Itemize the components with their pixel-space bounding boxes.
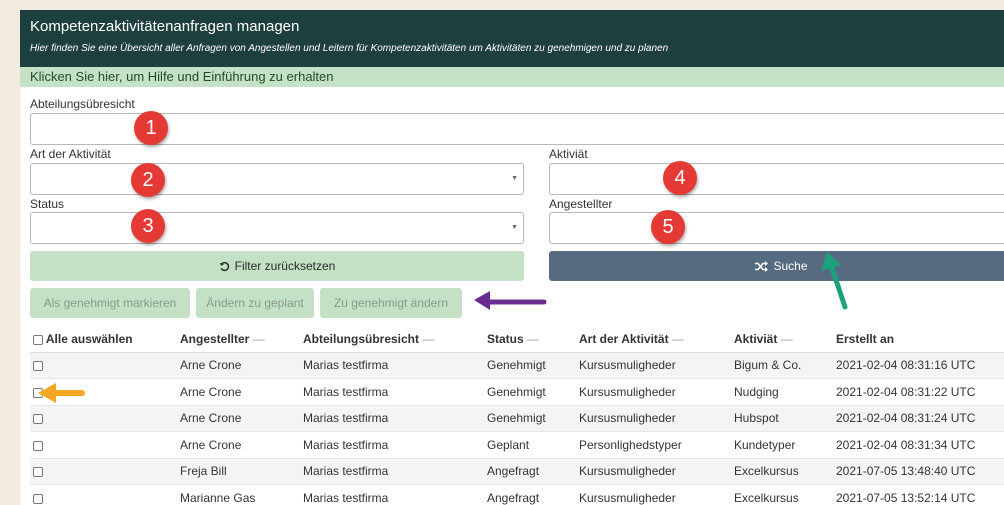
chevron-down-icon: ▼ — [511, 224, 518, 231]
cell-department: Marias testfirma — [303, 484, 487, 505]
teal-arrow-icon — [821, 252, 848, 310]
cell-status: Angefragt — [487, 484, 579, 505]
cell-department: Marias testfirma — [303, 431, 487, 459]
chevron-down-icon: ▼ — [511, 175, 518, 182]
reset-filter-button[interactable]: Filter zurücksetzen — [30, 251, 524, 281]
shuffle-icon — [755, 253, 769, 283]
column-header-status[interactable]: Status — — [487, 326, 579, 353]
cell-activity-type: Kursusmuligheder — [579, 405, 734, 432]
page-header: Kompetenzaktivitätenanfragen managen Hie… — [20, 10, 1004, 67]
orange-arrow-icon — [38, 383, 85, 403]
cell-activity-type: Personlighedstyper — [579, 431, 734, 459]
change-planned-button[interactable]: Ändern zu geplant — [196, 288, 314, 318]
callout-marker-1: 1 — [134, 111, 168, 145]
search-label: Suche — [773, 259, 808, 273]
cell-department: Marias testfirma — [303, 378, 487, 406]
table-row[interactable]: Arne Crone Marias testfirma Genehmigt Ku… — [30, 352, 1004, 379]
cell-status: Genehmigt — [487, 378, 579, 406]
cell-activity: Bigum & Co. — [734, 352, 836, 379]
cell-created: 2021-02-04 08:31:22 UTC — [836, 378, 1004, 406]
column-header-employee[interactable]: Angestellter — — [180, 326, 303, 353]
table-row[interactable]: Arne Crone Marias testfirma Genehmigt Ku… — [30, 378, 1004, 406]
row-checkbox[interactable] — [33, 467, 43, 478]
cell-activity-type: Kursusmuligheder — [579, 378, 734, 406]
sort-icon: — — [252, 331, 265, 346]
cell-status: Genehmigt — [487, 405, 579, 432]
cell-department: Marias testfirma — [303, 458, 487, 485]
cell-created: 2021-02-04 08:31:34 UTC — [836, 431, 1004, 459]
row-checkbox[interactable] — [33, 361, 43, 372]
cell-status: Angefragt — [487, 458, 579, 485]
column-header-department[interactable]: Abteilungsübresicht — — [303, 326, 487, 353]
sort-icon: — — [527, 331, 540, 346]
cell-created: 2021-02-04 08:31:24 UTC — [836, 405, 1004, 432]
column-header-created[interactable]: Erstellt an — [836, 326, 1004, 353]
callout-marker-2: 2 — [131, 163, 165, 197]
page-title: Kompetenzaktivitätenanfragen managen — [30, 18, 300, 35]
cell-employee: Freja Bill — [180, 458, 303, 485]
table-row[interactable]: Arne Crone Marias testfirma Geplant Pers… — [30, 431, 1004, 459]
select-all-label: Alle auswählen — [45, 331, 133, 346]
cell-activity-type: Kursusmuligheder — [579, 352, 734, 379]
cell-activity: Kundetyper — [734, 431, 836, 459]
requests-table: Alle auswählen Angestellter — Abteilungs… — [30, 326, 1004, 505]
cell-activity: Excelkursus — [734, 458, 836, 485]
reset-icon — [219, 253, 230, 283]
table-row[interactable]: Arne Crone Marias testfirma Genehmigt Ku… — [30, 405, 1004, 432]
cell-employee: Arne Crone — [180, 378, 303, 406]
row-checkbox[interactable] — [33, 493, 43, 504]
purple-arrow-icon — [474, 291, 547, 310]
column-header-activity-type[interactable]: Art der Aktivität — — [579, 326, 734, 353]
employee-input[interactable] — [549, 212, 1004, 244]
select-all-header[interactable]: Alle auswählen — [30, 326, 180, 353]
department-label: Abteilungsübresicht — [30, 97, 135, 111]
status-label: Status — [30, 197, 65, 211]
search-button[interactable]: Suche — [549, 251, 1004, 281]
cell-activity-type: Kursusmuligheder — [579, 484, 734, 505]
callout-marker-3: 3 — [131, 209, 165, 243]
change-approved-button[interactable]: Zu genehmigt ändern — [320, 288, 462, 318]
activity-type-label: Art der Aktivität — [30, 147, 111, 161]
cell-status: Geplant — [487, 431, 579, 459]
department-input[interactable] — [30, 113, 1004, 145]
sort-icon: — — [780, 331, 793, 346]
status-select[interactable]: ▼ — [30, 212, 524, 244]
cell-activity: Nudging — [734, 378, 836, 406]
table-row[interactable]: Freja Bill Marias testfirma Angefragt Ku… — [30, 458, 1004, 485]
table-row[interactable]: Marianne Gas Marias testfirma Angefragt … — [30, 484, 1004, 505]
reset-filter-label: Filter zurücksetzen — [234, 259, 336, 273]
cell-created: 2021-07-05 13:48:40 UTC — [836, 458, 1004, 485]
main-panel: Kompetenzaktivitätenanfragen managen Hie… — [20, 10, 1004, 505]
column-header-activity[interactable]: Aktiviät — — [734, 326, 836, 353]
row-checkbox[interactable] — [33, 414, 43, 425]
activity-label: Aktiviät — [549, 147, 588, 161]
table-header-row: Alle auswählen Angestellter — Abteilungs… — [30, 326, 1004, 353]
help-link[interactable]: Klicken Sie hier, um Hilfe und Einführun… — [20, 67, 1004, 87]
cell-employee: Arne Crone — [180, 352, 303, 379]
employee-label: Angestellter — [549, 197, 613, 211]
activity-input[interactable] — [549, 163, 1004, 195]
cell-department: Marias testfirma — [303, 405, 487, 432]
cell-activity: Hubspot — [734, 405, 836, 432]
callout-marker-5: 5 — [651, 210, 685, 244]
sort-icon: — — [671, 331, 684, 346]
cell-status: Genehmigt — [487, 352, 579, 379]
cell-employee: Marianne Gas — [180, 484, 303, 505]
page-subtitle: Hier finden Sie eine Übersicht aller Anf… — [30, 43, 669, 54]
cell-activity: Excelkursus — [734, 484, 836, 505]
cell-employee: Arne Crone — [180, 431, 303, 459]
callout-marker-4: 4 — [663, 161, 697, 195]
cell-department: Marias testfirma — [303, 352, 487, 379]
cell-employee: Arne Crone — [180, 405, 303, 432]
cell-created: 2021-07-05 13:52:14 UTC — [836, 484, 1004, 505]
cell-activity-type: Kursusmuligheder — [579, 458, 734, 485]
select-all-checkbox[interactable] — [33, 334, 43, 345]
activity-type-select[interactable]: ▼ — [30, 163, 524, 195]
sort-icon: — — [422, 331, 435, 346]
row-checkbox[interactable] — [33, 440, 43, 451]
mark-approved-button[interactable]: Als genehmigt markieren — [30, 288, 190, 318]
cell-created: 2021-02-04 08:31:16 UTC — [836, 352, 1004, 379]
